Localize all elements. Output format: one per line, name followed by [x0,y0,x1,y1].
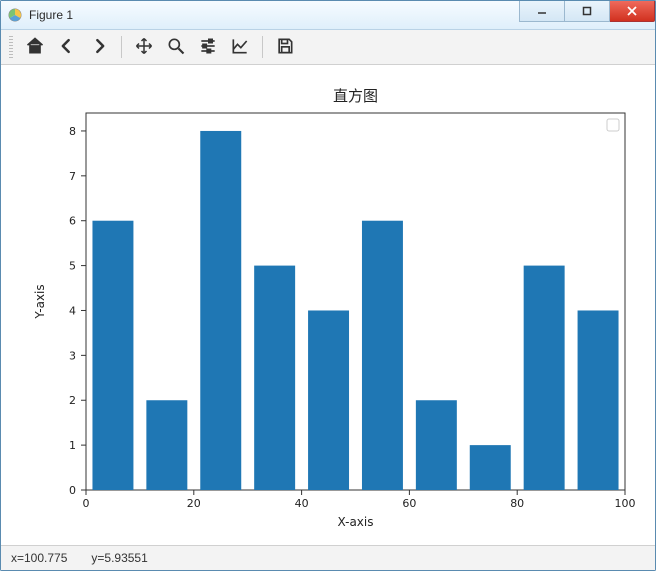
bar [578,310,619,490]
svg-text:X-axis: X-axis [338,515,374,529]
app-icon [7,7,23,23]
titlebar: Figure 1 [1,1,655,30]
pan-button[interactable] [130,33,158,61]
svg-text:60: 60 [402,497,416,510]
move-icon [134,36,154,59]
svg-text:3: 3 [69,349,76,362]
axes-edit-icon [230,36,250,59]
svg-text:5: 5 [69,260,76,273]
save-button[interactable] [271,33,299,61]
zoom-icon [166,36,186,59]
save-icon [275,36,295,59]
statusbar: x=100.775 y=5.93551 [1,545,655,570]
toolbar [1,30,655,65]
svg-text:8: 8 [69,125,76,138]
svg-text:40: 40 [295,497,309,510]
home-button[interactable] [21,33,49,61]
svg-text:1: 1 [69,439,76,452]
svg-text:6: 6 [69,215,76,228]
toolbar-separator [262,36,263,58]
svg-text:0: 0 [83,497,90,510]
status-x: x=100.775 [11,551,67,565]
bar [92,221,133,490]
bar [146,400,187,490]
arrow-right-icon [89,36,109,59]
zoom-button[interactable] [162,33,190,61]
configure-subplots-button[interactable] [194,33,222,61]
svg-text:2: 2 [69,394,76,407]
toolbar-handle[interactable] [9,36,13,58]
arrow-left-icon [57,36,77,59]
back-button[interactable] [53,33,81,61]
plot-area[interactable]: 直方图 0 20 40 60 80 100 X-axis 0 1 2 3 4 5 6 7 8 Y-axis [1,65,655,545]
svg-text:直方图: 直方图 [333,88,378,105]
toolbar-separator [121,36,122,58]
svg-text:Y-axis: Y-axis [33,284,47,319]
sliders-icon [198,36,218,59]
svg-text:7: 7 [69,170,76,183]
forward-button[interactable] [85,33,113,61]
minimize-button[interactable] [519,1,565,22]
svg-text:20: 20 [187,497,201,510]
bar [416,400,457,490]
svg-text:100: 100 [615,497,636,510]
window-controls [519,1,655,29]
close-button[interactable] [610,1,655,22]
bar [308,310,349,490]
legend-box [607,119,619,131]
svg-text:0: 0 [69,484,76,497]
figure-window: Figure 1 [0,0,656,571]
maximize-button[interactable] [565,1,610,22]
chart-canvas: 直方图 0 20 40 60 80 100 X-axis 0 1 2 3 4 5 6 7 8 Y-axis [11,75,645,545]
status-y: y=5.93551 [91,551,147,565]
bar [362,221,403,490]
window-title: Figure 1 [29,8,519,22]
bar [470,445,511,490]
home-icon [25,36,45,59]
bar [254,266,295,490]
bar [524,266,565,490]
bar [200,131,241,490]
edit-axes-button[interactable] [226,33,254,61]
svg-text:4: 4 [69,304,76,317]
svg-text:80: 80 [510,497,524,510]
